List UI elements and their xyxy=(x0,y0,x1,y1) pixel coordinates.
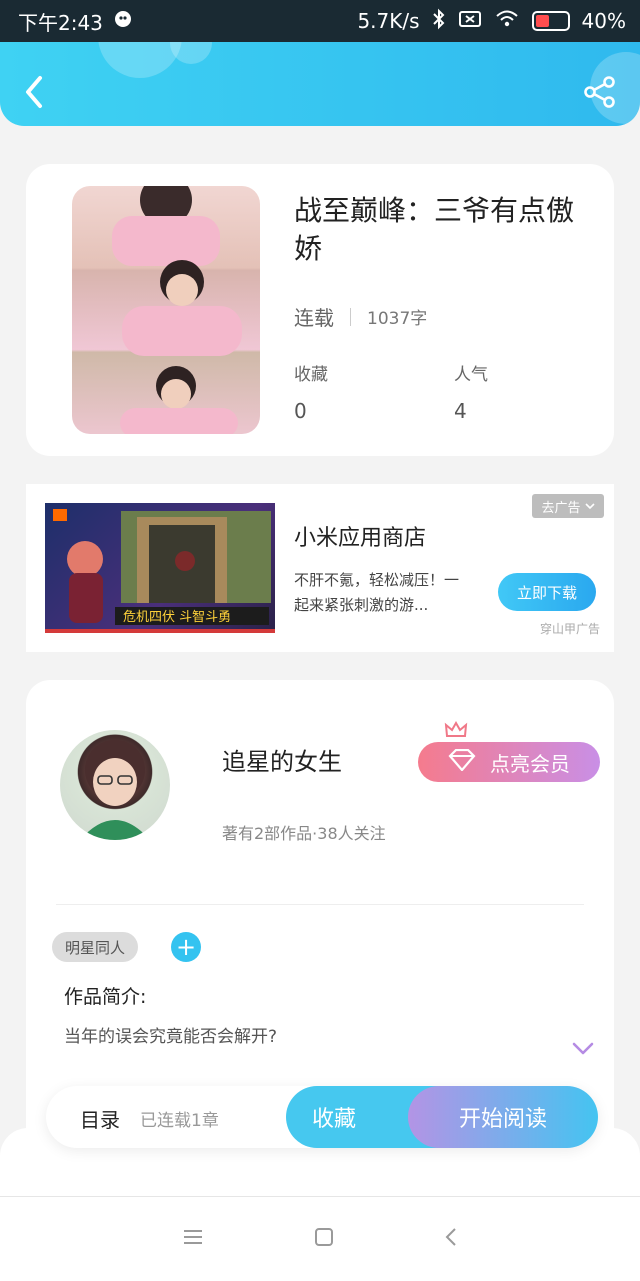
menu-icon[interactable] xyxy=(182,1228,204,1250)
battery-icon xyxy=(531,11,570,31)
add-tag-button[interactable]: + xyxy=(171,932,201,962)
svg-text:危机四伏 斗智斗勇: 危机四伏 斗智斗勇 xyxy=(123,610,231,625)
toc-button[interactable]: 目录 xyxy=(80,1104,120,1133)
serial-status: 连载 xyxy=(294,306,334,330)
ad-title: 小米应用商店 xyxy=(294,526,427,551)
author-meta: 著有2部作品·38人关注 xyxy=(222,824,386,843)
share-button[interactable] xyxy=(582,74,618,110)
download-button[interactable]: 立即下载 xyxy=(498,573,596,611)
popularity-value: 4 xyxy=(454,399,467,423)
popularity-label: 人气 xyxy=(454,365,488,385)
start-reading-button[interactable]: 开始阅读 xyxy=(408,1086,598,1148)
intro-label: 作品简介: xyxy=(64,986,147,1008)
crown-icon xyxy=(444,720,468,744)
intro-text: 当年的误会究竟能否会解开? xyxy=(64,1027,278,1047)
book-cover-image[interactable] xyxy=(72,186,260,434)
chapter-count: 已连载1章 xyxy=(140,1111,219,1131)
favorites-stat: 收藏 0 xyxy=(294,360,328,423)
book-meta: 连载 1037字 xyxy=(294,302,427,331)
chevron-down-icon xyxy=(584,499,595,514)
status-bar: 下午2:43 5.7K/s 40% xyxy=(0,0,640,42)
ad-description: 不肝不氪，轻松减压！一起来紧张刺激的游... xyxy=(294,571,460,614)
word-count: 1037字 xyxy=(367,309,428,329)
net-speed: 5.7K/s xyxy=(357,9,420,33)
status-time: 下午2:43 xyxy=(18,10,103,35)
popularity-stat: 人气 4 xyxy=(454,360,488,423)
remove-ad-button[interactable]: 去广告 xyxy=(532,494,604,518)
vip-button[interactable]: 点亮会员 xyxy=(418,742,600,782)
vip-label: 点亮会员 xyxy=(490,751,570,776)
notification-icon xyxy=(113,8,135,35)
book-title: 战至巅峰：三爷有点傲娇 xyxy=(294,194,575,265)
header-bar: 下午2:43 5.7K/s 40% xyxy=(0,0,640,126)
diamond-icon xyxy=(448,748,476,776)
author-name[interactable]: 追星的女生 xyxy=(222,742,342,777)
ad-source: 穿山甲广告 xyxy=(540,622,601,636)
remove-ad-label: 去广告 xyxy=(541,500,581,516)
back-icon[interactable] xyxy=(444,1227,458,1251)
system-nav-bar xyxy=(0,1196,640,1281)
favorites-label: 收藏 xyxy=(294,365,328,385)
divider xyxy=(56,904,584,905)
bluetooth-icon xyxy=(432,8,446,35)
ad-image[interactable]: 危机四伏 斗智斗勇 xyxy=(45,503,275,633)
sim-icon xyxy=(458,9,482,34)
divider xyxy=(350,307,351,326)
action-bar: 目录 已连载1章 收藏 开始阅读 xyxy=(46,1086,598,1148)
wifi-icon xyxy=(494,8,520,35)
category-tag[interactable]: 明星同人 xyxy=(52,932,138,962)
expand-intro-button[interactable] xyxy=(570,1036,596,1062)
ad-banner[interactable]: 危机四伏 斗智斗勇 小米应用商店 不肝不氪，轻松减压！一起来紧张刺激的游... … xyxy=(26,484,614,652)
home-icon[interactable] xyxy=(314,1227,334,1251)
back-button[interactable] xyxy=(20,72,50,112)
book-info-card: 战至巅峰：三爷有点傲娇 连载 1037字 收藏 0 人气 4 xyxy=(26,164,614,456)
battery-percent: 40% xyxy=(581,9,626,33)
favorites-value: 0 xyxy=(294,399,307,423)
avatar[interactable] xyxy=(60,730,170,840)
